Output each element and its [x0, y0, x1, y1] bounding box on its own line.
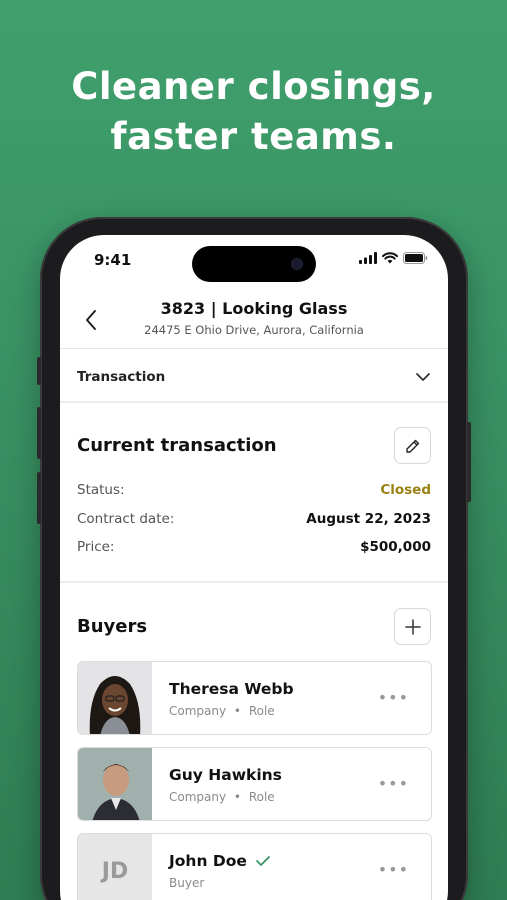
more-options-icon[interactable]: •••: [378, 688, 409, 707]
add-buyer-button[interactable]: [394, 608, 431, 645]
buyer-name-row: John Doe: [169, 852, 271, 870]
status-label: Status:: [77, 482, 125, 498]
divider: [60, 401, 448, 403]
checkmark-icon: [256, 856, 270, 866]
buyer-role: Role: [248, 704, 275, 718]
buyer-role: Buyer: [169, 876, 205, 890]
more-options-icon[interactable]: •••: [378, 860, 409, 879]
price-row: Price: $500,000: [77, 539, 431, 555]
buyer-name: Guy Hawkins: [169, 766, 282, 784]
buyer-name: Theresa Webb: [169, 680, 294, 698]
buyer-name: John Doe: [169, 852, 247, 870]
divider: [60, 348, 448, 349]
separator-dot: •: [233, 704, 241, 718]
transaction-dropdown[interactable]: Transaction: [77, 365, 431, 389]
buyer-initials: JD: [78, 834, 152, 900]
buyer-company: Company: [169, 790, 227, 804]
side-button: [467, 422, 471, 502]
property-address: 24475 E Ohio Drive, Aurora, California: [144, 323, 364, 337]
buyer-avatar: [78, 662, 152, 734]
contract-date-label: Contract date:: [77, 511, 175, 527]
price-value: $500,000: [360, 539, 431, 555]
property-title: 3823 | Looking Glass: [160, 299, 348, 318]
buyer-card[interactable]: Guy Hawkins Company • Role •••: [77, 747, 432, 821]
buyer-meta: Company • Role: [169, 790, 275, 804]
phone-frame: 9:41 3823 | Looking Glass 24475 E Ohio D…: [37, 217, 471, 900]
more-options-icon[interactable]: •••: [378, 774, 409, 793]
contract-date-value: August 22, 2023: [306, 511, 431, 527]
buyer-card[interactable]: Theresa Webb Company • Role •••: [77, 661, 432, 735]
current-transaction-title: Current transaction: [77, 435, 277, 456]
price-label: Price:: [77, 539, 115, 555]
headline-line-2: faster teams.: [110, 115, 397, 158]
buyer-meta: Company • Role: [169, 704, 275, 718]
edit-button[interactable]: [394, 427, 431, 464]
contract-date-row: Contract date: August 22, 2023: [77, 511, 431, 527]
pencil-icon: [405, 439, 419, 453]
signal-icon: [359, 252, 377, 264]
divider: [60, 581, 448, 583]
screen-header: 3823 | Looking Glass 24475 E Ohio Drive,…: [60, 295, 448, 349]
side-button: [37, 357, 41, 385]
wifi-icon: [382, 252, 398, 264]
buyers-title: Buyers: [77, 616, 148, 637]
buyer-avatar: [78, 748, 152, 820]
buyer-company: Company: [169, 704, 227, 718]
phone-screen: 9:41 3823 | Looking Glass 24475 E Ohio D…: [60, 235, 448, 900]
status-row: Status: Closed: [77, 482, 431, 498]
separator-dot: •: [233, 790, 241, 804]
buyer-card[interactable]: JD John Doe Buyer •••: [77, 833, 432, 900]
promo-headline: Cleaner closings, faster teams.: [0, 62, 507, 162]
battery-icon: [403, 252, 428, 264]
chevron-down-icon: [416, 373, 430, 381]
side-button: [37, 472, 41, 524]
transaction-dropdown-label: Transaction: [77, 369, 166, 385]
status-icons: [359, 252, 428, 264]
buyer-role: Role: [248, 790, 275, 804]
dynamic-island: [192, 246, 316, 282]
status-value: Closed: [380, 482, 431, 498]
status-time: 9:41: [94, 251, 132, 269]
camera-icon: [292, 259, 302, 269]
buyer-avatar: JD: [78, 834, 152, 900]
side-button: [37, 407, 41, 459]
headline-line-1: Cleaner closings,: [71, 65, 436, 108]
plus-icon: [404, 618, 421, 635]
